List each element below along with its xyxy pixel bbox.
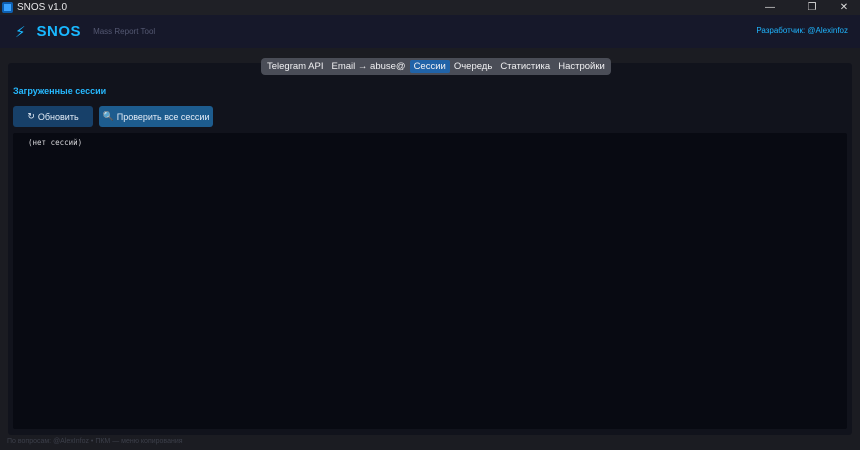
tab-sessions[interactable]: Сессии [409, 60, 450, 73]
refresh-button-label: Обновить [37, 111, 79, 122]
tab-queue[interactable]: Очередь [450, 60, 496, 73]
search-icon: 🔍 [102, 111, 114, 121]
window-controls: — ❐ ✕ [754, 0, 860, 15]
developer-link[interactable]: Разработчик: @Alexinfoz [756, 26, 848, 35]
check-all-sessions-button[interactable]: 🔍 Проверить все сессии [99, 106, 213, 127]
maximize-button[interactable]: ❐ [796, 0, 828, 15]
tab-telegram-api[interactable]: Telegram API [263, 60, 328, 73]
app-logo-text: SNOS [36, 23, 82, 40]
tab-statistics[interactable]: Статистика [496, 60, 554, 73]
status-footer: По вопросам: @AlexInfoz • ПКМ — меню коп… [0, 435, 860, 450]
tab-email-abuse[interactable]: Email → abuse@ [328, 60, 410, 73]
refresh-icon: ↻ [27, 111, 35, 121]
empty-sessions-text: (нет сессий) [28, 138, 83, 147]
app-icon [2, 2, 13, 13]
tab-settings[interactable]: Настройки [554, 60, 609, 73]
window-titlebar: SNOS v1.0 — ❐ ✕ [0, 0, 860, 15]
footer-text: По вопросам: @AlexInfoz • ПКМ — меню коп… [7, 438, 183, 445]
refresh-button[interactable]: ↻ Обновить [13, 106, 93, 127]
tab-bar: Telegram API Email → abuse@ Сессии Очере… [261, 58, 611, 75]
app-header: ⚡ SNOS Mass Report Tool Разработчик: @Al… [0, 15, 860, 48]
sessions-list[interactable]: (нет сессий) [13, 133, 847, 429]
check-button-label: Проверить все сессии [116, 111, 210, 122]
close-button[interactable]: ✕ [828, 0, 860, 15]
bolt-icon: ⚡ [15, 23, 26, 41]
app-subtitle: Mass Report Tool [93, 27, 156, 36]
sessions-title: Загруженные сессии [13, 86, 107, 96]
minimize-button[interactable]: — [754, 0, 786, 15]
window-title: SNOS v1.0 [17, 2, 68, 13]
